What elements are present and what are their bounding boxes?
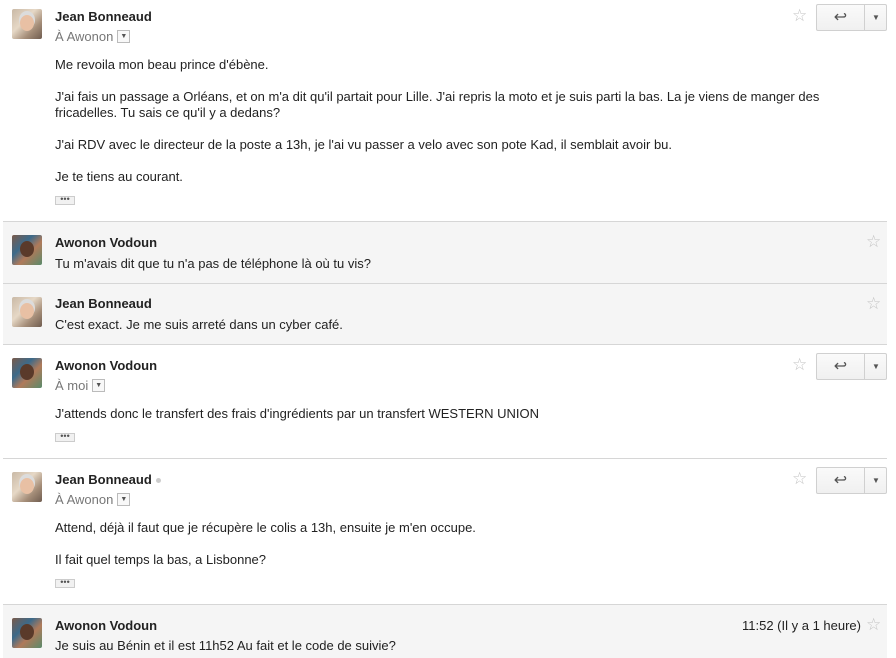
presence-indicator-icon: [155, 478, 161, 484]
chevron-down-icon[interactable]: ▼: [92, 379, 106, 393]
star-icon[interactable]: ☆: [792, 7, 807, 24]
recipient-label: À Awonon: [55, 492, 114, 507]
recipient-line: À moi ▼: [55, 378, 106, 393]
star-icon[interactable]: ☆: [792, 356, 807, 373]
sender-name[interactable]: Awonon Vodoun: [55, 358, 157, 373]
recipient-line: À Awonon ▼: [55, 492, 131, 507]
sender-name[interactable]: Awonon Vodoun: [55, 618, 157, 633]
avatar-face: [20, 303, 34, 319]
reply-button[interactable]: ↩: [817, 5, 865, 30]
sender-name[interactable]: Jean Bonneaud: [55, 472, 161, 487]
reply-button-group: ↩ ▼: [816, 467, 887, 494]
more-options-button[interactable]: ▼: [865, 5, 887, 30]
avatar-face: [20, 478, 34, 494]
avatar-face: [20, 241, 34, 257]
avatar[interactable]: [12, 358, 42, 388]
show-trimmed-content-button[interactable]: •••: [55, 432, 75, 442]
avatar[interactable]: [12, 472, 42, 502]
body-paragraph: Attend, déjà il faut que je récupère le …: [55, 520, 476, 535]
reply-button[interactable]: ↩: [817, 354, 865, 379]
body-paragraph: Me revoila mon beau prince d'ébène.: [55, 57, 269, 72]
chevron-down-icon[interactable]: ▼: [117, 30, 131, 44]
avatar[interactable]: [12, 297, 42, 327]
body-paragraph: J'ai RDV avec le directeur de la poste a…: [55, 137, 673, 152]
body-paragraph: J'attends donc le transfert des frais d'…: [55, 406, 539, 421]
star-icon[interactable]: ☆: [792, 470, 807, 487]
recipient-label: À Awonon: [55, 29, 114, 44]
message-expanded: Jean Bonneaud À Awonon ▼ ☆ ↩ ▼ Me revoila…: [3, 0, 887, 222]
avatar-face: [20, 15, 34, 31]
recipient-label: À moi: [55, 378, 89, 393]
message-body: J'attends donc le transfert des frais d'…: [55, 406, 855, 438]
show-trimmed-content-button[interactable]: •••: [55, 195, 75, 205]
message-expanded: Awonon Vodoun À moi ▼ ☆ ↩ ▼ J'attends don…: [3, 345, 887, 459]
reply-button[interactable]: ↩: [817, 468, 865, 493]
sender-label: Jean Bonneaud: [55, 472, 152, 487]
recipient-line: À Awonon ▼: [55, 29, 131, 44]
avatar[interactable]: [12, 618, 42, 648]
star-icon[interactable]: ☆: [866, 295, 881, 312]
more-options-button[interactable]: ▼: [865, 468, 887, 493]
show-trimmed-content-button[interactable]: •••: [55, 578, 75, 588]
message-collapsed[interactable]: Jean Bonneaud C'est exact. Je me suis ar…: [3, 284, 887, 345]
message-collapsed[interactable]: Awonon Vodoun Tu m'avais dit que tu n'a …: [3, 222, 887, 284]
message-timestamp: 11:52 (Il y a 1 heure): [742, 618, 861, 633]
avatar[interactable]: [12, 235, 42, 265]
star-icon[interactable]: ☆: [866, 233, 881, 250]
avatar-face: [20, 624, 34, 640]
message-snippet: C'est exact. Je me suis arreté dans un c…: [55, 317, 343, 332]
message-body: Attend, déjà il faut que je récupère le …: [55, 520, 855, 584]
body-paragraph: Il fait quel temps la bas, a Lisbonne?: [55, 552, 267, 567]
star-icon[interactable]: ☆: [866, 616, 881, 633]
message-body: Me revoila mon beau prince d'ébène. J'ai…: [55, 57, 855, 201]
message-snippet: Je suis au Bénin et il est 11h52 Au fait…: [55, 638, 396, 653]
chevron-down-icon[interactable]: ▼: [117, 493, 131, 507]
sender-name[interactable]: Jean Bonneaud: [55, 9, 152, 24]
message-collapsed[interactable]: Awonon Vodoun Je suis au Bénin et il est…: [3, 605, 887, 658]
reply-button-group: ↩ ▼: [816, 353, 887, 380]
message-expanded: Jean Bonneaud À Awonon ▼ ☆ ↩ ▼ Attend, dé…: [3, 459, 887, 605]
sender-name[interactable]: Awonon Vodoun: [55, 235, 157, 250]
more-options-button[interactable]: ▼: [865, 354, 887, 379]
message-snippet: Tu m'avais dit que tu n'a pas de télépho…: [55, 256, 371, 271]
avatar-face: [20, 364, 34, 380]
sender-name[interactable]: Jean Bonneaud: [55, 296, 152, 311]
reply-button-group: ↩ ▼: [816, 4, 887, 31]
body-paragraph: Je te tiens au courant.: [55, 169, 183, 184]
avatar[interactable]: [12, 9, 42, 39]
body-paragraph: J'ai fais un passage a Orléans, et on m'…: [55, 89, 820, 120]
